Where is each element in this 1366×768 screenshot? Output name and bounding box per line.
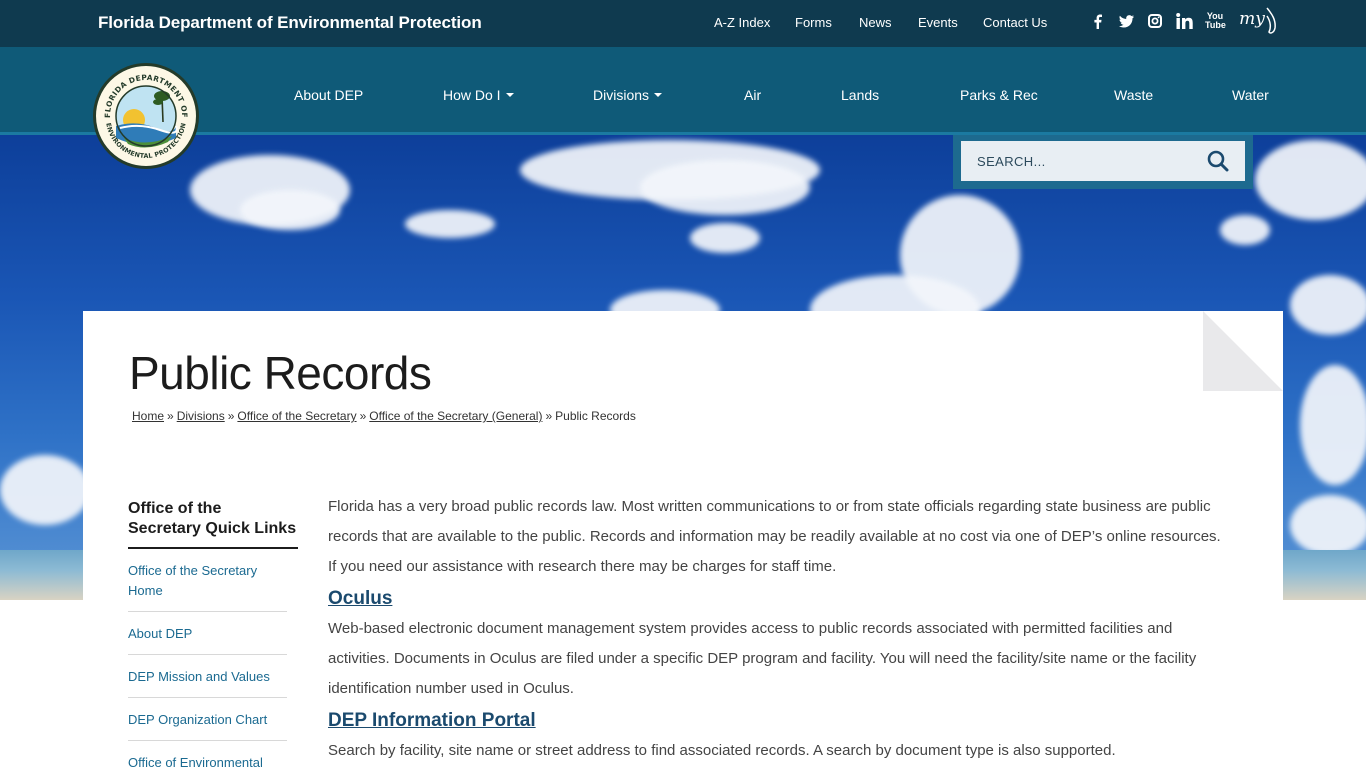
util-link-contact-us[interactable]: Contact Us (983, 15, 1047, 30)
nav-parks-rec[interactable]: Parks & Rec (960, 87, 1038, 103)
nav-label: Divisions (593, 87, 650, 103)
linkedin-icon[interactable] (1175, 10, 1193, 32)
list-item: Office of Environmental (128, 741, 287, 768)
dep-logo[interactable]: FLORIDA DEPARTMENT OF ENVIRONMENTAL PROT… (93, 63, 199, 169)
dep-seal-graphic: FLORIDA DEPARTMENT OF ENVIRONMENTAL PROT… (103, 73, 189, 160)
nav-label: Waste (1114, 87, 1154, 103)
instagram-icon[interactable] (1146, 10, 1164, 32)
nav-label: About DEP (294, 87, 364, 103)
oculus-description: Web-based electronic document management… (328, 620, 1197, 697)
util-link-news[interactable]: News (859, 15, 892, 30)
nav-label: How Do I (443, 87, 501, 103)
util-link-forms[interactable]: Forms (795, 15, 832, 30)
sidebar-link-about-dep[interactable]: About DEP (128, 626, 192, 641)
social-links: You Tube my (1088, 7, 1281, 34)
nav-label: Air (744, 87, 762, 103)
caret-down-icon (654, 93, 663, 97)
nav-water[interactable]: Water (1232, 87, 1269, 103)
quick-links-list: Office of the Secretary Home About DEP D… (128, 549, 287, 768)
sidebar-link-office-environmental[interactable]: Office of Environmental (128, 755, 263, 768)
breadcrumb-separator: » (167, 409, 174, 423)
list-item: About DEP (128, 612, 287, 655)
util-link-az-index[interactable]: A-Z Index (714, 15, 770, 30)
youtube-icon[interactable]: You Tube (1204, 10, 1226, 32)
dep-information-portal-link[interactable]: DEP Information Portal (328, 710, 536, 731)
top-utility-bar: Florida Department of Environmental Prot… (0, 0, 1366, 47)
breadcrumb-divisions[interactable]: Divisions (177, 409, 225, 423)
sidebar-title: Office of the Secretary Quick Links (128, 499, 298, 549)
main-content: Florida has a very broad public records … (328, 492, 1228, 766)
section-heading: Oculus (328, 588, 1228, 610)
nav-label: Water (1232, 87, 1269, 103)
intro-paragraph: Florida has a very broad public records … (328, 498, 1221, 575)
section-heading: DEP Information Portal (328, 710, 1228, 732)
list-item: DEP Mission and Values (128, 655, 287, 698)
breadcrumb-office-of-the-secretary[interactable]: Office of the Secretary (237, 409, 356, 423)
sidebar-link-secretary-home[interactable]: Office of the Secretary Home (128, 563, 257, 598)
main-navigation: About DEP How Do I Divisions Air Lands P… (0, 47, 1366, 135)
site-title-link[interactable]: Florida Department of Environmental Prot… (98, 13, 482, 33)
caret-down-icon (505, 93, 514, 97)
breadcrumb: Home» Divisions» Office of the Secretary» O… (132, 409, 636, 423)
breadcrumb-separator: » (545, 409, 553, 423)
nav-label: Parks & Rec (960, 87, 1038, 103)
sidebar-link-org-chart[interactable]: DEP Organization Chart (128, 712, 267, 727)
nav-lands[interactable]: Lands (841, 87, 879, 103)
breadcrumb-current: Public Records (555, 409, 636, 423)
nav-how-do-i[interactable]: How Do I (443, 87, 514, 103)
page-title: Public Records (129, 347, 432, 399)
facebook-icon[interactable] (1088, 10, 1106, 32)
search-input[interactable] (977, 153, 1177, 169)
list-item: DEP Organization Chart (128, 698, 287, 741)
search-box (961, 141, 1245, 181)
oculus-link[interactable]: Oculus (328, 588, 392, 609)
breadcrumb-separator: » (227, 409, 235, 423)
list-item: Office of the Secretary Home (128, 549, 287, 612)
nav-waste[interactable]: Waste (1114, 87, 1153, 103)
sidebar-link-mission-values[interactable]: DEP Mission and Values (128, 669, 270, 684)
nav-about-dep[interactable]: About DEP (294, 87, 363, 103)
search-panel (953, 135, 1253, 189)
portal-description: Search by facility, site name or street … (328, 742, 1116, 759)
breadcrumb-home[interactable]: Home (132, 409, 164, 423)
youtube-icon-text: You Tube (1205, 11, 1226, 30)
nav-label: Lands (841, 87, 880, 103)
myflorida-icon[interactable]: my (1237, 7, 1281, 34)
nav-divisions[interactable]: Divisions (593, 87, 663, 103)
breadcrumb-separator: » (359, 409, 367, 423)
twitter-icon[interactable] (1117, 10, 1135, 32)
breadcrumb-office-general[interactable]: Office of the Secretary (General) (369, 409, 542, 423)
quick-links-sidebar: Office of the Secretary Quick Links Offi… (128, 499, 298, 768)
util-link-events[interactable]: Events (918, 15, 958, 30)
search-icon[interactable] (1207, 150, 1229, 172)
page-fold-corner (1203, 311, 1283, 391)
nav-air[interactable]: Air (744, 87, 761, 103)
